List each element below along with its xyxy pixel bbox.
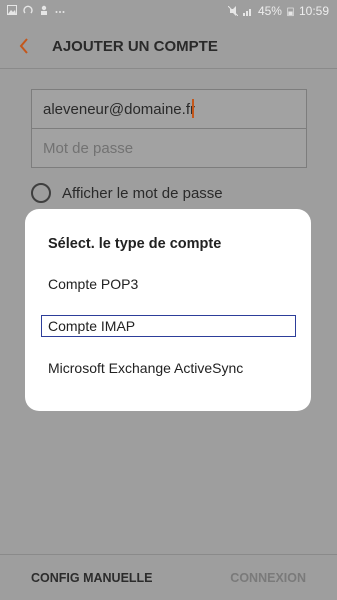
account-form: aleveneur@domaine.fr Mot de passe [31,89,307,168]
status-left-icons [7,5,65,15]
option-pop3[interactable]: Compte POP3 [41,273,296,295]
bottom-bar: CONFIG MANUELLE CONNEXION [0,554,337,600]
show-password-radio[interactable] [31,183,51,203]
email-field[interactable]: aleveneur@domaine.fr [32,90,306,129]
email-value: aleveneur@domaine.fr [43,101,195,118]
account-type-dialog: Sélect. le type de compte Compte POP3 Co… [25,209,311,411]
dialog-title: Sélect. le type de compte [48,236,222,252]
mute-icon [227,6,238,16]
option-label: Microsoft Exchange ActiveSync [48,360,244,376]
signal-icon [242,9,251,16]
option-exchange-activesync[interactable]: Microsoft Exchange ActiveSync [41,357,296,379]
text-cursor [192,99,194,118]
status-bar: 45% 10:59 [0,0,337,24]
battery-icon [287,7,294,16]
password-field[interactable]: Mot de passe [32,129,306,167]
show-password-label: Afficher le mot de passe [62,185,223,202]
manual-config-button[interactable]: CONFIG MANUELLE [31,571,153,585]
app-bar: AJOUTER UN COMPTE [0,24,337,69]
person-icon [41,5,47,15]
sync-icon [23,5,33,14]
password-placeholder: Mot de passe [43,140,134,157]
option-label: Compte POP3 [48,276,139,292]
connexion-button[interactable]: CONNEXION [230,571,306,585]
battery-percent: 45% [257,4,282,18]
status-right-icons: 45% 10:59 [227,4,329,18]
chevron-left-icon[interactable] [16,36,32,56]
more-dots-icon [55,11,65,13]
page-title: AJOUTER UN COMPTE [52,38,218,55]
option-imap[interactable]: Compte IMAP [41,315,296,337]
gallery-icon [7,5,17,15]
option-label: Compte IMAP [48,318,136,334]
clock: 10:59 [298,4,329,18]
